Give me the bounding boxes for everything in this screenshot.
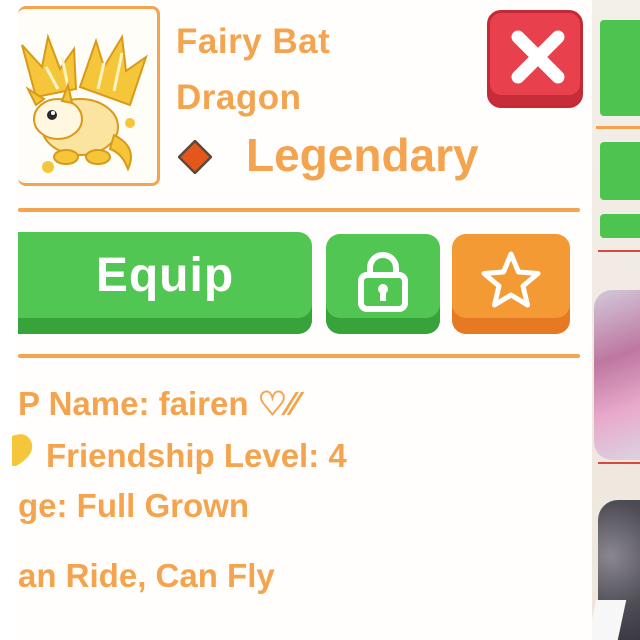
background-red-line xyxy=(598,462,640,464)
background-red-line xyxy=(598,250,640,252)
pet-abilities: an Ride, Can Fly xyxy=(18,557,275,594)
background-divider xyxy=(596,126,640,129)
background-green-tab xyxy=(600,214,640,238)
lock-button[interactable] xyxy=(326,234,440,334)
close-icon xyxy=(511,30,565,84)
friendship-level: Friendship Level: 4 xyxy=(46,437,347,474)
pet-custom-name: P Name: fairen ♡⁄⁄ xyxy=(18,385,299,422)
favorite-button[interactable] xyxy=(452,234,570,334)
pet-name-line-2: Dragon xyxy=(176,78,302,117)
left-edge xyxy=(0,0,18,640)
background-game-view xyxy=(592,0,640,640)
pet-portrait-frame xyxy=(18,6,160,186)
actions-divider xyxy=(18,354,580,358)
rarity-diamond-icon xyxy=(178,140,212,174)
header-divider xyxy=(18,208,580,212)
pet-info-panel: Fairy Bat Dragon Legendary Equip P Name:… xyxy=(12,0,592,640)
equip-button[interactable]: Equip xyxy=(18,232,312,334)
heart-icon xyxy=(12,434,33,466)
background-green-tab xyxy=(600,142,640,200)
star-icon xyxy=(481,251,541,308)
close-button[interactable] xyxy=(487,10,583,108)
background-green-tab xyxy=(600,20,640,116)
rarity-label: Legendary xyxy=(246,129,479,181)
pet-name: Fairy Bat Dragon xyxy=(176,14,476,126)
pet-name-line-1: Fairy Bat xyxy=(176,22,331,61)
lock-icon xyxy=(358,252,408,312)
pet-age: ge: Full Grown xyxy=(18,487,249,524)
background-pet-art xyxy=(594,290,640,460)
fairy-bat-dragon-icon xyxy=(21,33,148,173)
